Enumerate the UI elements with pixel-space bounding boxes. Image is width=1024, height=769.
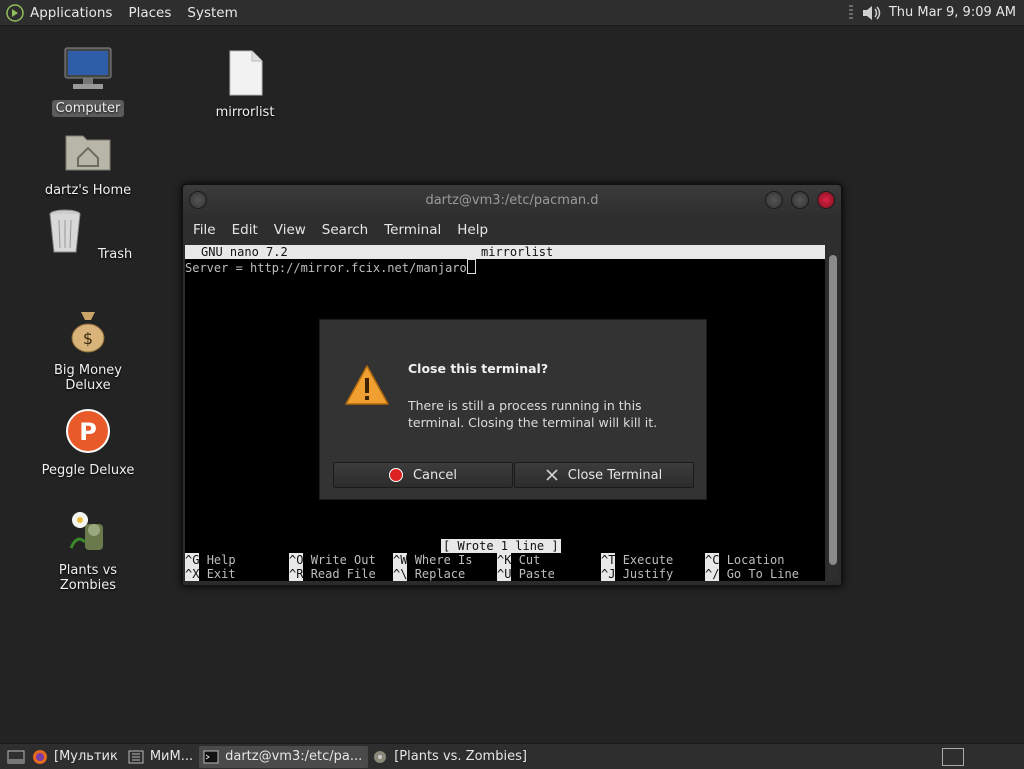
taskbar-item-label: [Мультик bbox=[54, 749, 118, 764]
money-bag-icon: $ bbox=[71, 312, 105, 353]
close-icon[interactable] bbox=[817, 191, 835, 209]
minimize-icon[interactable] bbox=[765, 191, 783, 209]
nano-version: GNU nano 7.2 bbox=[201, 245, 288, 259]
close-terminal-button[interactable]: Close Terminal bbox=[514, 462, 694, 488]
shortcut-justify: ^J Justify bbox=[601, 567, 674, 581]
maximize-icon[interactable] bbox=[791, 191, 809, 209]
trash-icon bbox=[49, 209, 81, 253]
dialog-title: Close this terminal? bbox=[408, 361, 549, 376]
taskbar-item-mim[interactable]: МиМ... bbox=[124, 746, 199, 768]
show-desktop-button[interactable] bbox=[4, 746, 28, 768]
close-terminal-dialog: Close this terminal? There is still a pr… bbox=[319, 319, 707, 500]
shortcut-execute: ^T Execute bbox=[601, 553, 674, 567]
desktop-icon-label: Peggle Deluxe bbox=[41, 463, 135, 478]
desktop-icon-label: Plants vs Zombies bbox=[58, 563, 118, 593]
app-grid-icon bbox=[128, 749, 144, 765]
file-content-line[interactable]: Server = http://mirror.fcix.net/manjaro bbox=[185, 259, 476, 275]
shortcut-read-file: ^R Read File bbox=[289, 567, 376, 581]
shortcut-row: ^X Exit ^R Read File ^\ Replace ^U Paste… bbox=[185, 567, 825, 581]
shortcut-exit: ^X Exit bbox=[185, 567, 236, 581]
shortcut-where-is: ^W Where Is bbox=[393, 553, 473, 567]
text-cursor bbox=[466, 259, 476, 274]
volume-icon[interactable] bbox=[861, 4, 883, 22]
shortcut-cut: ^K Cut bbox=[497, 553, 541, 567]
desktop-icon-label: Computer bbox=[51, 100, 125, 117]
show-desktop-icon bbox=[7, 750, 25, 763]
desktop-icon-big-money[interactable]: $ Big Money Deluxe bbox=[28, 308, 148, 394]
desktop-icon-label: dartz's Home bbox=[44, 183, 132, 198]
top-panel: Applications Places System Thu Mar 9, 9:… bbox=[0, 0, 1024, 26]
computer-icon bbox=[64, 47, 112, 89]
shortcut-go-to-line: ^/ Go To Line bbox=[705, 567, 799, 581]
terminal-titlebar[interactable]: dartz@vm3:/etc/pacman.d bbox=[183, 185, 841, 215]
peggle-icon: P bbox=[66, 409, 110, 453]
terminal-scrollbar[interactable] bbox=[827, 245, 839, 581]
desktop-icon-home[interactable]: dartz's Home bbox=[28, 128, 148, 199]
cancel-button[interactable]: Cancel bbox=[333, 462, 513, 488]
file-icon bbox=[229, 50, 263, 96]
clock[interactable]: Thu Mar 9, 9:09 AM bbox=[889, 5, 1016, 20]
scrollbar-thumb[interactable] bbox=[829, 255, 837, 565]
shortcut-help: ^G Help bbox=[185, 553, 236, 567]
shortcut-row: ^G Help ^O Write Out ^W Where Is ^K Cut … bbox=[185, 553, 825, 567]
menu-file[interactable]: File bbox=[193, 222, 216, 238]
desktop-icon-mirrorlist[interactable]: mirrorlist bbox=[185, 50, 305, 121]
panel-handle bbox=[848, 4, 853, 21]
distro-logo-icon[interactable] bbox=[6, 3, 24, 22]
taskbar-item-firefox[interactable]: [Мультик bbox=[28, 746, 124, 768]
shortcut-paste: ^U Paste bbox=[497, 567, 555, 581]
desktop-icon-pvz[interactable]: Plants vs Zombies bbox=[28, 508, 148, 594]
taskbar-item-label: dartz@vm3:/etc/pa... bbox=[225, 749, 363, 764]
plants-vs-zombies-icon bbox=[69, 512, 103, 550]
desktop-icon-label: mirrorlist bbox=[215, 105, 275, 120]
home-folder-icon bbox=[65, 135, 111, 171]
warning-icon bbox=[345, 365, 389, 405]
menu-view[interactable]: View bbox=[274, 222, 306, 238]
close-x-icon bbox=[546, 469, 558, 481]
nano-status-message: [ Wrote 1 line ] bbox=[441, 539, 561, 553]
terminal-menubar: File Edit View Search Terminal Help bbox=[183, 215, 841, 245]
desktop-icon-label: Trash bbox=[97, 247, 133, 262]
cancel-icon bbox=[388, 468, 403, 482]
terminal-title: dartz@vm3:/etc/pacman.d bbox=[425, 192, 599, 208]
desktop-icon-trash[interactable]: Trash bbox=[28, 208, 148, 263]
places-menu[interactable]: Places bbox=[128, 5, 171, 21]
applications-menu[interactable]: Applications bbox=[30, 5, 112, 21]
window-menu-icon[interactable] bbox=[189, 191, 207, 209]
plants-vs-zombies-icon bbox=[372, 749, 388, 765]
firefox-icon bbox=[32, 749, 48, 765]
close-terminal-button-label: Close Terminal bbox=[567, 467, 663, 483]
svg-text:$: $ bbox=[83, 329, 93, 348]
desktop-icon-peggle[interactable]: P Peggle Deluxe bbox=[28, 408, 148, 479]
file-content-text: Server = http://mirror.fcix.net/manjaro bbox=[185, 261, 467, 275]
nano-filename: mirrorlist bbox=[481, 245, 554, 259]
taskbar-item-terminal[interactable]: dartz@vm3:/etc/pa... bbox=[199, 745, 369, 768]
menu-edit[interactable]: Edit bbox=[232, 222, 258, 238]
menu-help[interactable]: Help bbox=[457, 222, 488, 238]
taskbar-item-label: [Plants vs. Zombies] bbox=[394, 749, 527, 764]
nano-header: GNU nano 7.2 mirrorlist bbox=[185, 245, 825, 259]
shortcut-replace: ^\ Replace bbox=[393, 567, 466, 581]
menu-terminal[interactable]: Terminal bbox=[384, 222, 441, 238]
shortcut-location: ^C Location bbox=[705, 553, 785, 567]
taskbar-item-label: МиМ... bbox=[149, 749, 194, 764]
cancel-button-label: Cancel bbox=[412, 467, 458, 483]
system-menu[interactable]: System bbox=[187, 5, 237, 21]
bottom-panel: [Мультик МиМ... dartz@vm3:/etc/pa... [Pl… bbox=[0, 743, 1024, 769]
workspace-switcher[interactable] bbox=[942, 747, 964, 766]
dialog-message: There is still a process running in this… bbox=[408, 398, 658, 430]
desktop-icon-computer[interactable]: Computer bbox=[28, 46, 148, 117]
svg-text:P: P bbox=[79, 418, 97, 446]
taskbar-item-pvz[interactable]: [Plants vs. Zombies] bbox=[368, 746, 533, 768]
desktop-icon-label: Big Money Deluxe bbox=[53, 363, 122, 393]
shortcut-write-out: ^O Write Out bbox=[289, 553, 376, 567]
terminal-icon bbox=[203, 749, 219, 765]
nano-shortcuts: ^G Help ^O Write Out ^W Where Is ^K Cut … bbox=[185, 553, 825, 581]
menu-search[interactable]: Search bbox=[322, 222, 368, 238]
